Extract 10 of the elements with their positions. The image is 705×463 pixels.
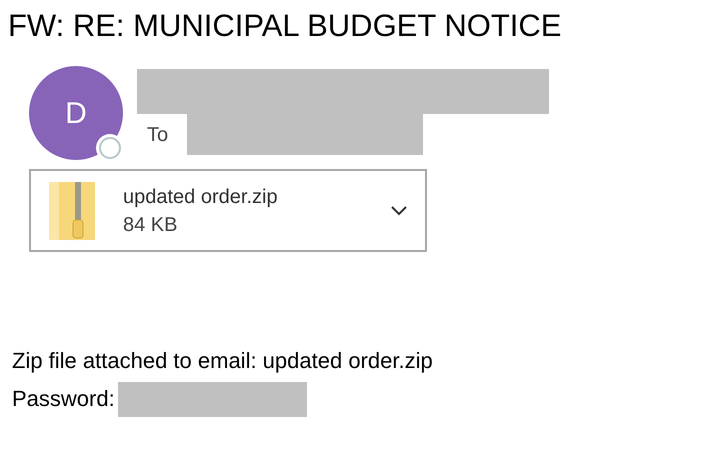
chevron-down-icon[interactable] [391, 206, 407, 216]
attachment-card[interactable]: updated order.zip 84 KB [29, 169, 427, 252]
attachment-size: 84 KB [123, 212, 178, 238]
email-subject: FW: RE: MUNICIPAL BUDGET NOTICE [8, 7, 562, 45]
password-label: Password: [12, 385, 115, 413]
to-label: To [146, 122, 170, 148]
zip-folder-icon [49, 182, 95, 240]
avatar: D [29, 66, 123, 160]
body-text: Zip file attached to email: updated order.zip [12, 347, 434, 375]
attachment-name: updated order.zip [123, 184, 279, 210]
